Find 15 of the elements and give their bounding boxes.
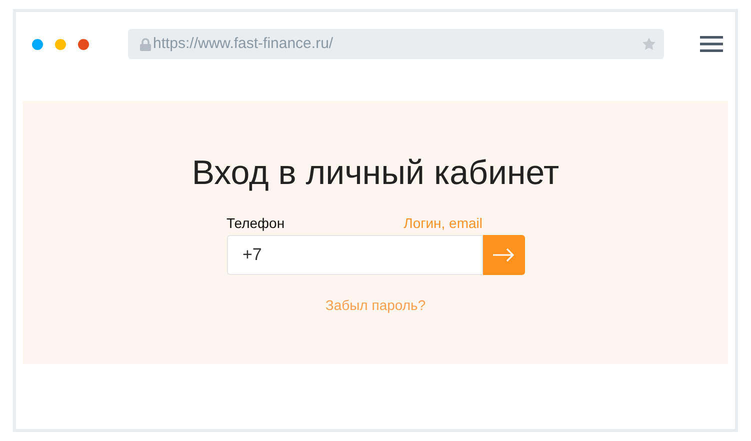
submit-button[interactable]	[482, 234, 524, 275]
window-dot[interactable]	[32, 38, 43, 50]
page-title: Вход в личный кабинет	[192, 155, 560, 192]
lock-icon	[140, 38, 151, 50]
window-dot[interactable]	[78, 38, 89, 50]
login-tab[interactable]: Телефон	[226, 216, 285, 232]
phone-input[interactable]: +7	[226, 234, 482, 275]
arrow-icon	[492, 248, 514, 262]
forgot-password-link[interactable]: Забыл пароль?	[325, 294, 426, 316]
star-icon[interactable]	[642, 37, 656, 51]
window-dot[interactable]	[55, 38, 66, 50]
url-text: https://www.fast-finance.ru/	[153, 34, 334, 54]
address-bar[interactable]: https://www.fast-finance.ru/	[128, 29, 664, 59]
menu-icon[interactable]	[700, 36, 723, 52]
login-tab[interactable]: Логин, email	[404, 216, 482, 232]
